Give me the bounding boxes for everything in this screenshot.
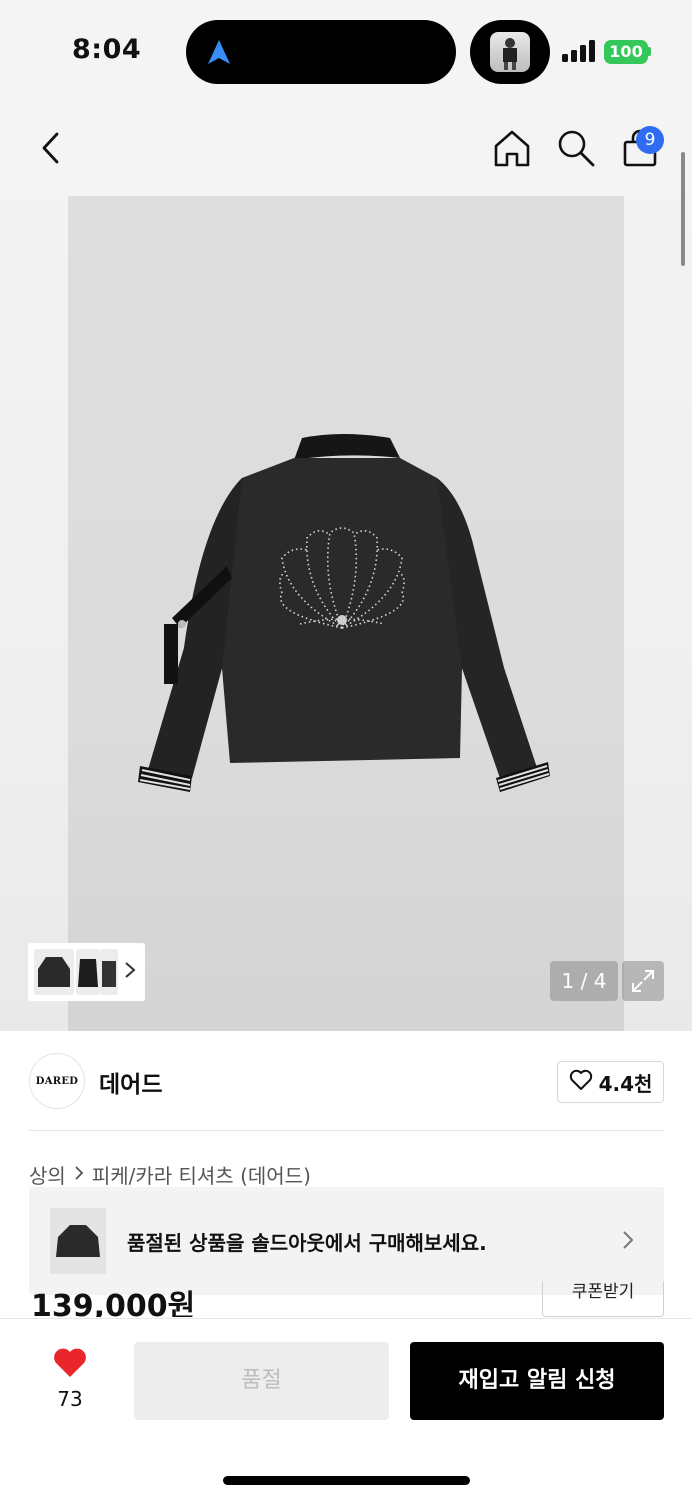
thumbnail-3[interactable] xyxy=(100,949,118,995)
breadcrumb: 상의 피케/카라 티셔츠 (데어드) xyxy=(29,1160,311,1189)
battery-tip xyxy=(648,47,651,56)
wishlist-count: 73 xyxy=(57,1387,83,1411)
jacket-illustration xyxy=(138,434,550,792)
brand-name[interactable]: 데어드 xyxy=(99,1065,162,1099)
soldout-button[interactable]: 품절 xyxy=(134,1342,389,1420)
heart-filled-icon xyxy=(52,1348,88,1383)
chevron-right-icon xyxy=(74,1165,84,1185)
brand-logo[interactable]: DARED xyxy=(29,1053,85,1109)
bottom-action-bar: 73 품절 재입고 알림 신청 xyxy=(0,1318,692,1500)
home-indicator[interactable] xyxy=(223,1476,470,1485)
dynamic-island xyxy=(186,20,456,84)
soldout-product-thumbnail xyxy=(50,1208,106,1274)
status-time: 8:04 xyxy=(72,34,142,65)
coupon-button[interactable]: 쿠폰받기 xyxy=(542,1281,664,1317)
scrollbar[interactable] xyxy=(681,152,685,266)
navigation-arrow-icon xyxy=(206,38,232,70)
chevron-right-icon xyxy=(621,1229,635,1255)
search-icon[interactable] xyxy=(556,128,596,168)
wishlist-button[interactable]: 73 xyxy=(40,1347,100,1411)
divider xyxy=(29,1130,664,1131)
product-price: 139,000원 xyxy=(31,1289,196,1317)
top-navigation xyxy=(0,100,692,196)
cellular-signal-icon xyxy=(562,40,596,66)
thumbnail-1[interactable] xyxy=(34,949,74,995)
breadcrumb-subcategory[interactable]: 피케/카라 티셔츠 (데어드) xyxy=(92,1160,311,1189)
soldout-promo-banner[interactable]: 품절된 상품을 솔드아웃에서 구매해보세요. xyxy=(29,1187,664,1295)
brand-like-button[interactable]: 4.4천 xyxy=(557,1061,664,1103)
live-activity-thumbnail xyxy=(490,32,530,72)
heart-outline-icon xyxy=(569,1069,593,1096)
status-bar: 8:04 100 xyxy=(0,0,692,100)
back-arrow-icon[interactable] xyxy=(30,128,70,168)
battery-indicator: 100 xyxy=(604,40,648,64)
thumbnail-2[interactable] xyxy=(76,949,100,995)
live-activity-island xyxy=(470,20,550,84)
breadcrumb-category[interactable]: 상의 xyxy=(29,1160,66,1189)
soldout-promo-text: 품절된 상품을 솔드아웃에서 구매해보세요. xyxy=(127,1231,487,1255)
image-counter: 1 / 4 xyxy=(550,961,618,1001)
cart-count-badge: 9 xyxy=(636,126,664,154)
expand-icon[interactable] xyxy=(622,961,664,1001)
brand-row: DARED 데어드 4.4천 xyxy=(0,1031,692,1131)
thumbnail-strip[interactable] xyxy=(28,943,145,1001)
home-icon[interactable] xyxy=(492,128,532,168)
chevron-right-icon[interactable] xyxy=(124,961,136,984)
brand-like-count: 4.4천 xyxy=(598,1071,653,1096)
restock-alert-button[interactable]: 재입고 알림 신청 xyxy=(410,1342,664,1420)
